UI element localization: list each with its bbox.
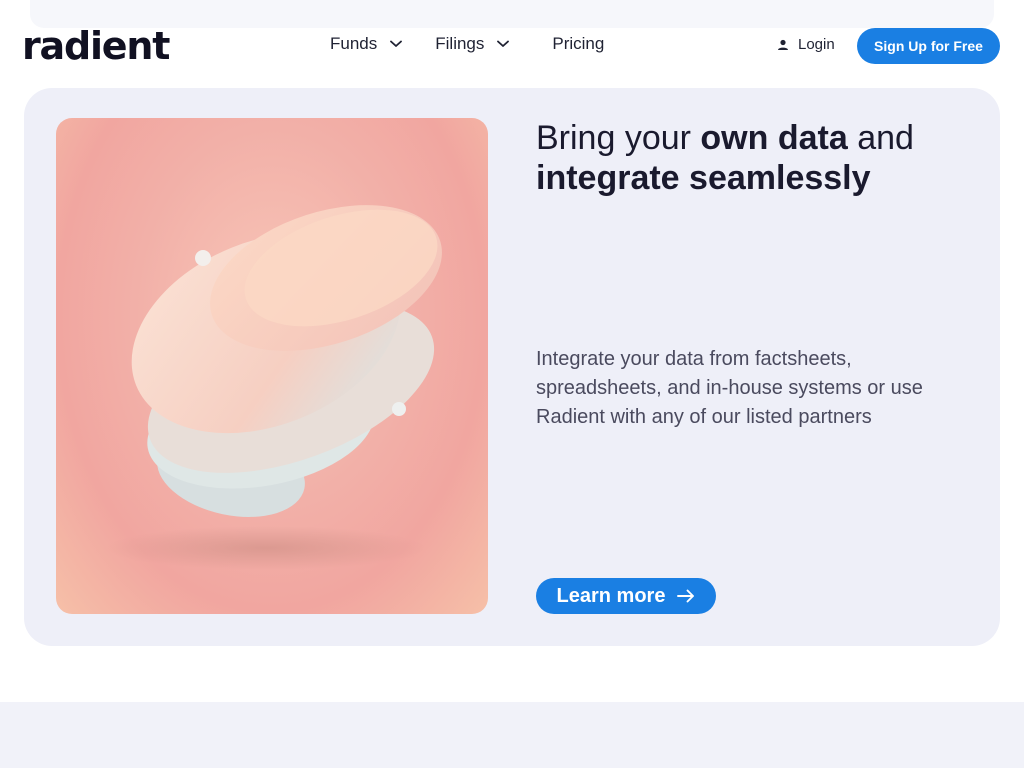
chevron-down-icon (496, 37, 510, 51)
learn-more-button[interactable]: Learn more (536, 578, 716, 614)
chevron-down-icon (389, 37, 403, 51)
feature-description: Integrate your data from factsheets, spr… (536, 348, 923, 428)
next-section-band (0, 702, 1024, 768)
headline-integrate: integrate seamlessly (536, 159, 871, 197)
nav-pricing[interactable]: Pricing (552, 34, 604, 54)
feature-headline: Bring your own data and integrate seamle… (536, 118, 976, 198)
learn-more-label: Learn more (556, 584, 666, 607)
nav-pricing-label: Pricing (552, 34, 605, 53)
feature-card: Bring your own data and integrate seamle… (24, 88, 1000, 646)
nav-filings[interactable]: Filings (435, 34, 510, 54)
site-header: radient Funds Filings Pricing Login Sign… (0, 0, 1024, 92)
headline-and: and (847, 119, 914, 157)
headline-prefix: Bring your (536, 119, 701, 157)
logo-text: radient (22, 24, 170, 68)
sign-up-button[interactable]: Sign Up for Free (857, 28, 1000, 64)
nav-funds-label: Funds (330, 34, 378, 53)
main-nav: Funds Filings Pricing (330, 34, 604, 54)
headline-own-data: own data (700, 119, 848, 157)
abstract-discs-image (56, 118, 488, 614)
login-link[interactable]: Login (776, 36, 835, 53)
nav-filings-label: Filings (435, 34, 485, 53)
nav-funds[interactable]: Funds (330, 34, 403, 54)
user-icon (776, 38, 790, 52)
login-label: Login (798, 36, 835, 53)
arrow-right-icon (677, 589, 695, 603)
radient-logo[interactable]: radient (22, 24, 170, 68)
